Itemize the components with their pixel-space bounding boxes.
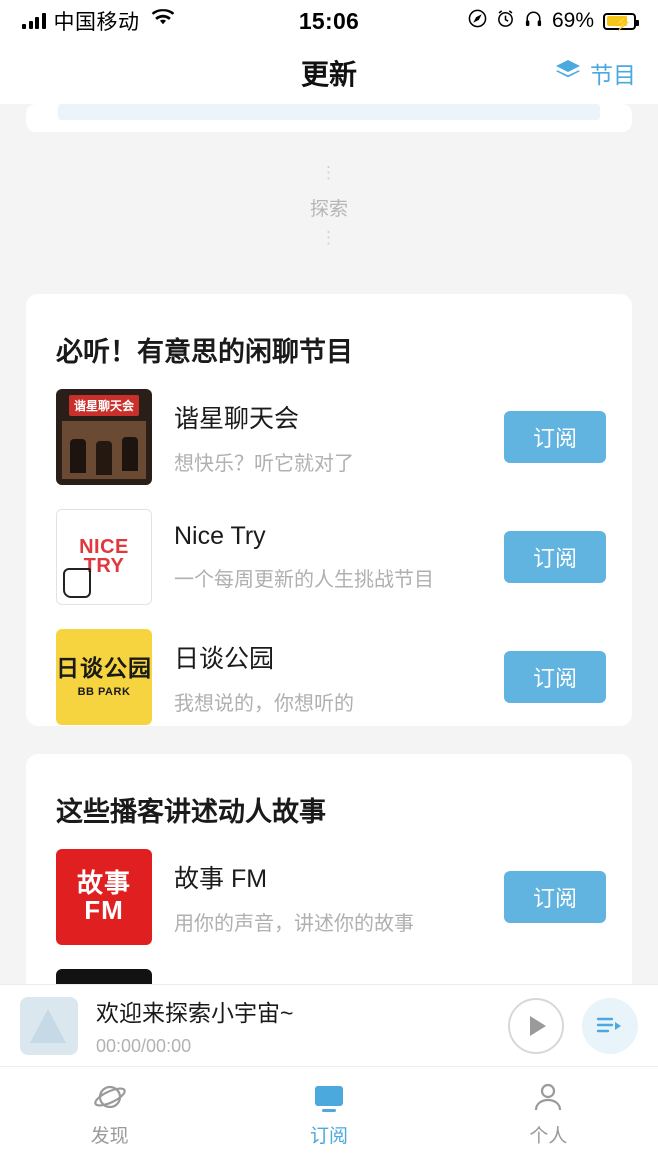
tab-subscriptions[interactable]: 订阅 [219, 1077, 438, 1148]
hand-icon [63, 568, 91, 598]
podcast-title: 日谈公园 [174, 644, 275, 673]
explore-label: 探索 [309, 199, 348, 220]
tab-label: 个人 [529, 1126, 568, 1147]
podcast-subtitle: 我想说的，你想听的 [174, 692, 354, 715]
list-item[interactable]: NICE TRY Nice Try 一个每周更新的人生挑战节目 订阅 [26, 497, 632, 617]
podcast-title: Nice Try [174, 522, 266, 550]
list-item-text: 日谈公园 我想说的，你想听的 [174, 639, 504, 716]
cover-title-text: 日谈公园 [56, 655, 152, 681]
now-playing-text: 欢迎来探索小宇宙~ 00:00/00:00 [96, 994, 508, 1057]
status-bar-left: 中国移动 [22, 6, 175, 36]
now-playing-bar[interactable]: 欢迎来探索小宇宙~ 00:00/00:00 [0, 984, 658, 1066]
podcast-subtitle: 用你的声音，讲述你的故事 [174, 912, 414, 935]
app-screen: 中国移动 15:06 69% ⚡ 更新 节目 ⋮ 探索 ⋮ 必听！有意思的闲聊节… [0, 0, 658, 1170]
explore-divider: ⋮ 探索 ⋮ [0, 163, 658, 247]
planet-icon [0, 1077, 219, 1119]
section-title: 必听！有意思的闲聊节目 [56, 337, 353, 367]
wifi-icon [151, 9, 175, 33]
stack-icon [554, 58, 582, 88]
podcast-cover[interactable]: 故事 FM [56, 849, 152, 945]
podcast-cover[interactable]: 谐星聊天会 [56, 389, 152, 485]
status-bar-right: 69% ⚡ [468, 9, 639, 34]
person-icon [439, 1077, 658, 1119]
cover-title-text: 故事 FM [76, 868, 131, 925]
list-item[interactable]: 故事 FM 故事 FM 用你的声音，讲述你的故事 订阅 [26, 837, 632, 957]
podcast-cover[interactable]: NICE TRY [56, 509, 152, 605]
tab-profile[interactable]: 个人 [439, 1077, 658, 1148]
playlist-icon[interactable] [582, 997, 638, 1054]
list-item[interactable]: 日谈公园 BB PARK 日谈公园 我想说的，你想听的 订阅 [26, 617, 632, 737]
subscribe-button[interactable]: 订阅 [504, 531, 606, 583]
programs-label: 节目 [590, 62, 636, 88]
cover-subtitle-text: BB PARK [77, 686, 131, 698]
partial-card-bar [58, 104, 600, 120]
list-item-text: 谐星聊天会 想快乐？听它就对了 [174, 399, 504, 476]
podcast-title: 谐星聊天会 [174, 404, 300, 433]
cover-title-text: 谐星聊天会 [68, 395, 140, 416]
battery-charging-icon: ⚡ [603, 12, 639, 31]
tab-label: 发现 [90, 1126, 129, 1147]
tab-discover[interactable]: 发现 [0, 1077, 219, 1148]
location-icon [468, 9, 487, 34]
list-item-text: 故事 FM 用你的声音，讲述你的故事 [174, 859, 504, 936]
list-item-text: Nice Try 一个每周更新的人生挑战节目 [174, 522, 504, 592]
now-playing-title: 欢迎来探索小宇宙~ [96, 1000, 294, 1026]
status-bar: 中国移动 15:06 69% ⚡ [0, 0, 658, 42]
subscribe-button[interactable]: 订阅 [504, 411, 606, 463]
navigation-bar: 更新 节目 [0, 42, 658, 104]
section-chat-shows: 必听！有意思的闲聊节目 谐星聊天会 谐星聊天会 想快乐？听它就对了 订阅 NIC… [26, 294, 632, 726]
headphones-icon [524, 9, 543, 34]
tab-label: 订阅 [309, 1126, 348, 1147]
now-playing-cover [20, 996, 78, 1055]
partial-card-above[interactable] [26, 104, 632, 132]
list-item[interactable]: 谐星聊天会 谐星聊天会 想快乐？听它就对了 订阅 [26, 377, 632, 497]
now-playing-time: 00:00/00:00 [96, 1036, 192, 1056]
tab-bar: 发现 订阅 个人 [0, 1066, 658, 1170]
section-title: 这些播客讲述动人故事 [56, 797, 326, 827]
signal-icon [22, 13, 46, 29]
explore-dots-bottom: ⋮ [320, 228, 338, 247]
tv-icon [219, 1077, 438, 1119]
explore-dots-top: ⋮ [320, 163, 338, 182]
battery-percent: 69% [551, 9, 594, 32]
podcast-subtitle: 一个每周更新的人生挑战节目 [174, 569, 434, 591]
subscribe-button[interactable]: 订阅 [504, 871, 606, 923]
play-icon[interactable] [508, 997, 564, 1054]
podcast-subtitle: 想快乐？听它就对了 [174, 452, 354, 475]
alarm-icon [496, 9, 515, 34]
carrier-label: 中国移动 [53, 11, 140, 34]
subscribe-button[interactable]: 订阅 [504, 651, 606, 703]
podcast-cover[interactable]: 日谈公园 BB PARK [56, 629, 152, 725]
page-title: 更新 [300, 59, 357, 90]
programs-button[interactable]: 节目 [554, 56, 636, 90]
podcast-title: 故事 FM [174, 864, 268, 893]
